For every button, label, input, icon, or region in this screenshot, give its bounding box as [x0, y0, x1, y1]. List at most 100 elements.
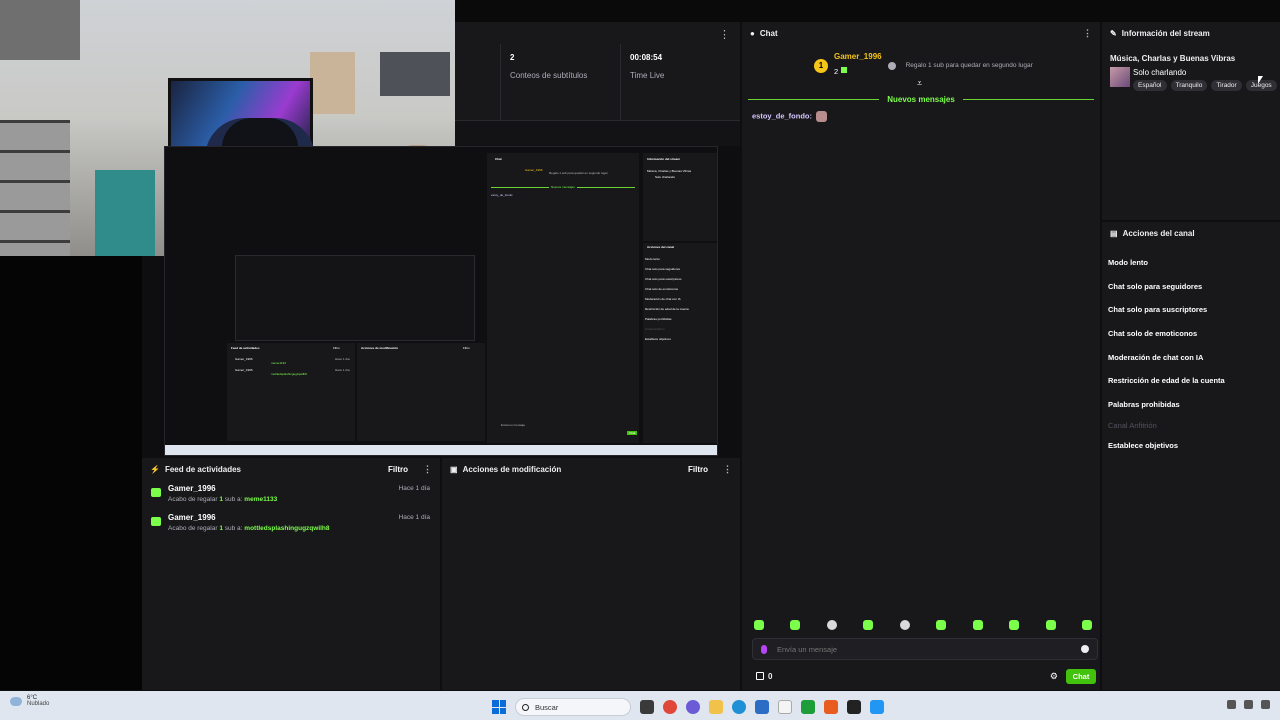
feed-item: Gamer_1996 Acabo de regalar 1 sub a: mot…: [142, 509, 440, 538]
edge-icon[interactable]: [732, 700, 746, 714]
preview-mod-filter: Filtro: [463, 346, 470, 350]
channel-points-count: 0: [768, 671, 773, 681]
preview-feed-title: Feed de actividades: [231, 346, 260, 350]
preview-action-item: Chat solo para suscriptores: [645, 277, 682, 281]
poster-image: [310, 52, 355, 114]
channel-actions-panel: ▤ Acciones del canal Modo lento Chat sol…: [1102, 222, 1280, 690]
chat-input-box[interactable]: [752, 638, 1098, 660]
emote-icon[interactable]: [1081, 620, 1092, 630]
action-followers-only[interactable]: Chat solo para seguidores: [1108, 282, 1202, 291]
live-time: 00:08:54: [630, 53, 663, 62]
weather-widget[interactable]: 6°C Nublado: [10, 695, 49, 707]
volume-icon[interactable]: [1261, 700, 1270, 709]
tag[interactable]: Tirador: [1211, 80, 1242, 91]
feed-prefix: Acabo de regalar: [168, 525, 218, 532]
action-banned-words[interactable]: Palabras prohibidas: [1108, 400, 1180, 409]
subtitle-count: 2: [510, 53, 515, 62]
chat-footer: 0 ⚙ Chat: [756, 668, 1096, 684]
chat-username[interactable]: estoy_de_fondo:: [752, 111, 812, 120]
xbox-icon[interactable]: [801, 700, 815, 714]
emote-icon[interactable]: [1045, 620, 1056, 630]
new-messages-divider: Nuevos mensajes: [748, 92, 1094, 106]
more-options-icon[interactable]: ⋮: [719, 28, 730, 41]
list-icon: ▤: [1110, 228, 1118, 238]
taskbar-apps: Buscar: [492, 698, 884, 716]
emote-icon[interactable]: [826, 620, 837, 630]
feed-user[interactable]: Gamer_1996: [168, 484, 432, 493]
pencil-icon: ✎: [1110, 28, 1117, 38]
emote-icon[interactable]: [972, 620, 983, 630]
emote-icon[interactable]: [754, 620, 764, 630]
chevron-up-icon[interactable]: [1227, 700, 1236, 709]
notepad-icon[interactable]: [778, 700, 792, 714]
action-ai-moderation[interactable]: Moderación de chat con IA: [1108, 353, 1203, 362]
divider-line: [962, 98, 1094, 100]
chat-panel: ● Chat ⋮ 1 Gamer_1996 2 Regalo 1 sub par…: [742, 22, 1100, 690]
filter-button[interactable]: Filtro: [388, 465, 408, 474]
windows-start-icon[interactable]: [492, 700, 506, 714]
preview-taskbar: [165, 445, 717, 455]
collapse-icon[interactable]: ⩡: [917, 78, 922, 89]
pinned-message: Regalo 1 sub para quedar en segundo luga…: [905, 62, 1033, 69]
pinned-user: Gamer_1996: [834, 52, 882, 61]
app-icon[interactable]: [847, 700, 861, 714]
network-icon[interactable]: [1244, 700, 1253, 709]
mouse-cursor-icon: [1258, 76, 1263, 84]
tag[interactable]: Tranquilo: [1170, 80, 1208, 91]
emote-icon[interactable]: [936, 620, 947, 630]
stream-category: Solo charlando: [1133, 68, 1187, 77]
feed-description: Acabo de regalar 1 sub a: meme1133: [168, 496, 432, 503]
preview-action-item: Canal Anfitrión: [645, 327, 665, 331]
task-view-icon[interactable]: [640, 700, 654, 714]
microphone-icon[interactable]: [761, 644, 767, 654]
feed-user[interactable]: Gamer_1996: [168, 513, 432, 522]
channel-points-icon[interactable]: [756, 672, 764, 680]
action-set-goals[interactable]: Establece objetivos: [1108, 441, 1178, 450]
preview-feed-user: Gamer_1996: [235, 368, 253, 372]
feed-target[interactable]: meme1133: [244, 496, 277, 503]
stream-info-header: ✎ Información del stream: [1102, 22, 1280, 44]
more-options-icon[interactable]: ⋮: [723, 464, 732, 475]
left-gutter: [0, 256, 142, 690]
send-chat-button[interactable]: Chat: [1066, 668, 1096, 684]
action-age-restriction[interactable]: Restricción de edad de la cuenta: [1108, 376, 1225, 385]
chat-input[interactable]: [777, 644, 1081, 654]
preview-mod-title: Acciones de modificación: [361, 346, 399, 350]
preview-action-item: Restricción de edad de la cuenta: [645, 307, 689, 311]
pinned-gift-message[interactable]: 1 Gamer_1996 2 Regalo 1 sub para quedar …: [814, 52, 1033, 79]
emoji-icon[interactable]: [1081, 645, 1089, 653]
emote-icon[interactable]: [790, 620, 801, 630]
action-subscribers-only[interactable]: Chat solo para suscriptores: [1108, 305, 1207, 314]
tag[interactable]: Español: [1133, 80, 1167, 91]
feed-mid: sub a:: [224, 496, 243, 503]
file-explorer-icon[interactable]: [709, 700, 723, 714]
feed-target[interactable]: mottledsplashingugzqwilh8: [244, 525, 329, 532]
store-icon[interactable]: [755, 700, 769, 714]
emote-icon[interactable]: [1009, 620, 1020, 630]
preview-feed-target: mottledsplashingugzqwilh8: [271, 372, 307, 376]
feed-item: Gamer_1996 Acabo de regalar 1 sub a: mem…: [142, 480, 440, 509]
emote-icon[interactable]: [863, 620, 874, 630]
emote-bar: [754, 620, 1092, 630]
more-options-icon[interactable]: ⋮: [1083, 28, 1092, 39]
preview-action-item: Moderación de chat con IA: [645, 297, 681, 301]
action-slow-mode[interactable]: Modo lento: [1108, 258, 1148, 267]
chrome-icon[interactable]: [663, 700, 677, 714]
app-icon[interactable]: [686, 700, 700, 714]
emote-icon[interactable]: [899, 620, 910, 630]
preview-chat-title: Chat: [495, 157, 502, 161]
feed-description: Acabo de regalar 1 sub a: mottledsplashi…: [168, 525, 432, 532]
dashboard: ⋮ 2 Conteos de subtítulos 00:08:54 Time …: [0, 0, 1280, 720]
info-icon: [887, 61, 896, 70]
app-icon[interactable]: [870, 700, 884, 714]
action-emote-only[interactable]: Chat solo de emoticonos: [1108, 329, 1197, 338]
taskbar-search[interactable]: Buscar: [515, 698, 631, 716]
search-icon: [522, 703, 529, 711]
gear-icon[interactable]: ⚙: [1050, 671, 1058, 682]
more-options-icon[interactable]: ⋮: [423, 464, 432, 475]
filter-button[interactable]: Filtro: [688, 465, 708, 474]
app-icon[interactable]: [824, 700, 838, 714]
category-thumbnail: [1110, 67, 1130, 87]
new-messages-label: Nuevos mensajes: [887, 94, 955, 104]
preview-actions-title: Acciones del canal: [647, 245, 675, 249]
